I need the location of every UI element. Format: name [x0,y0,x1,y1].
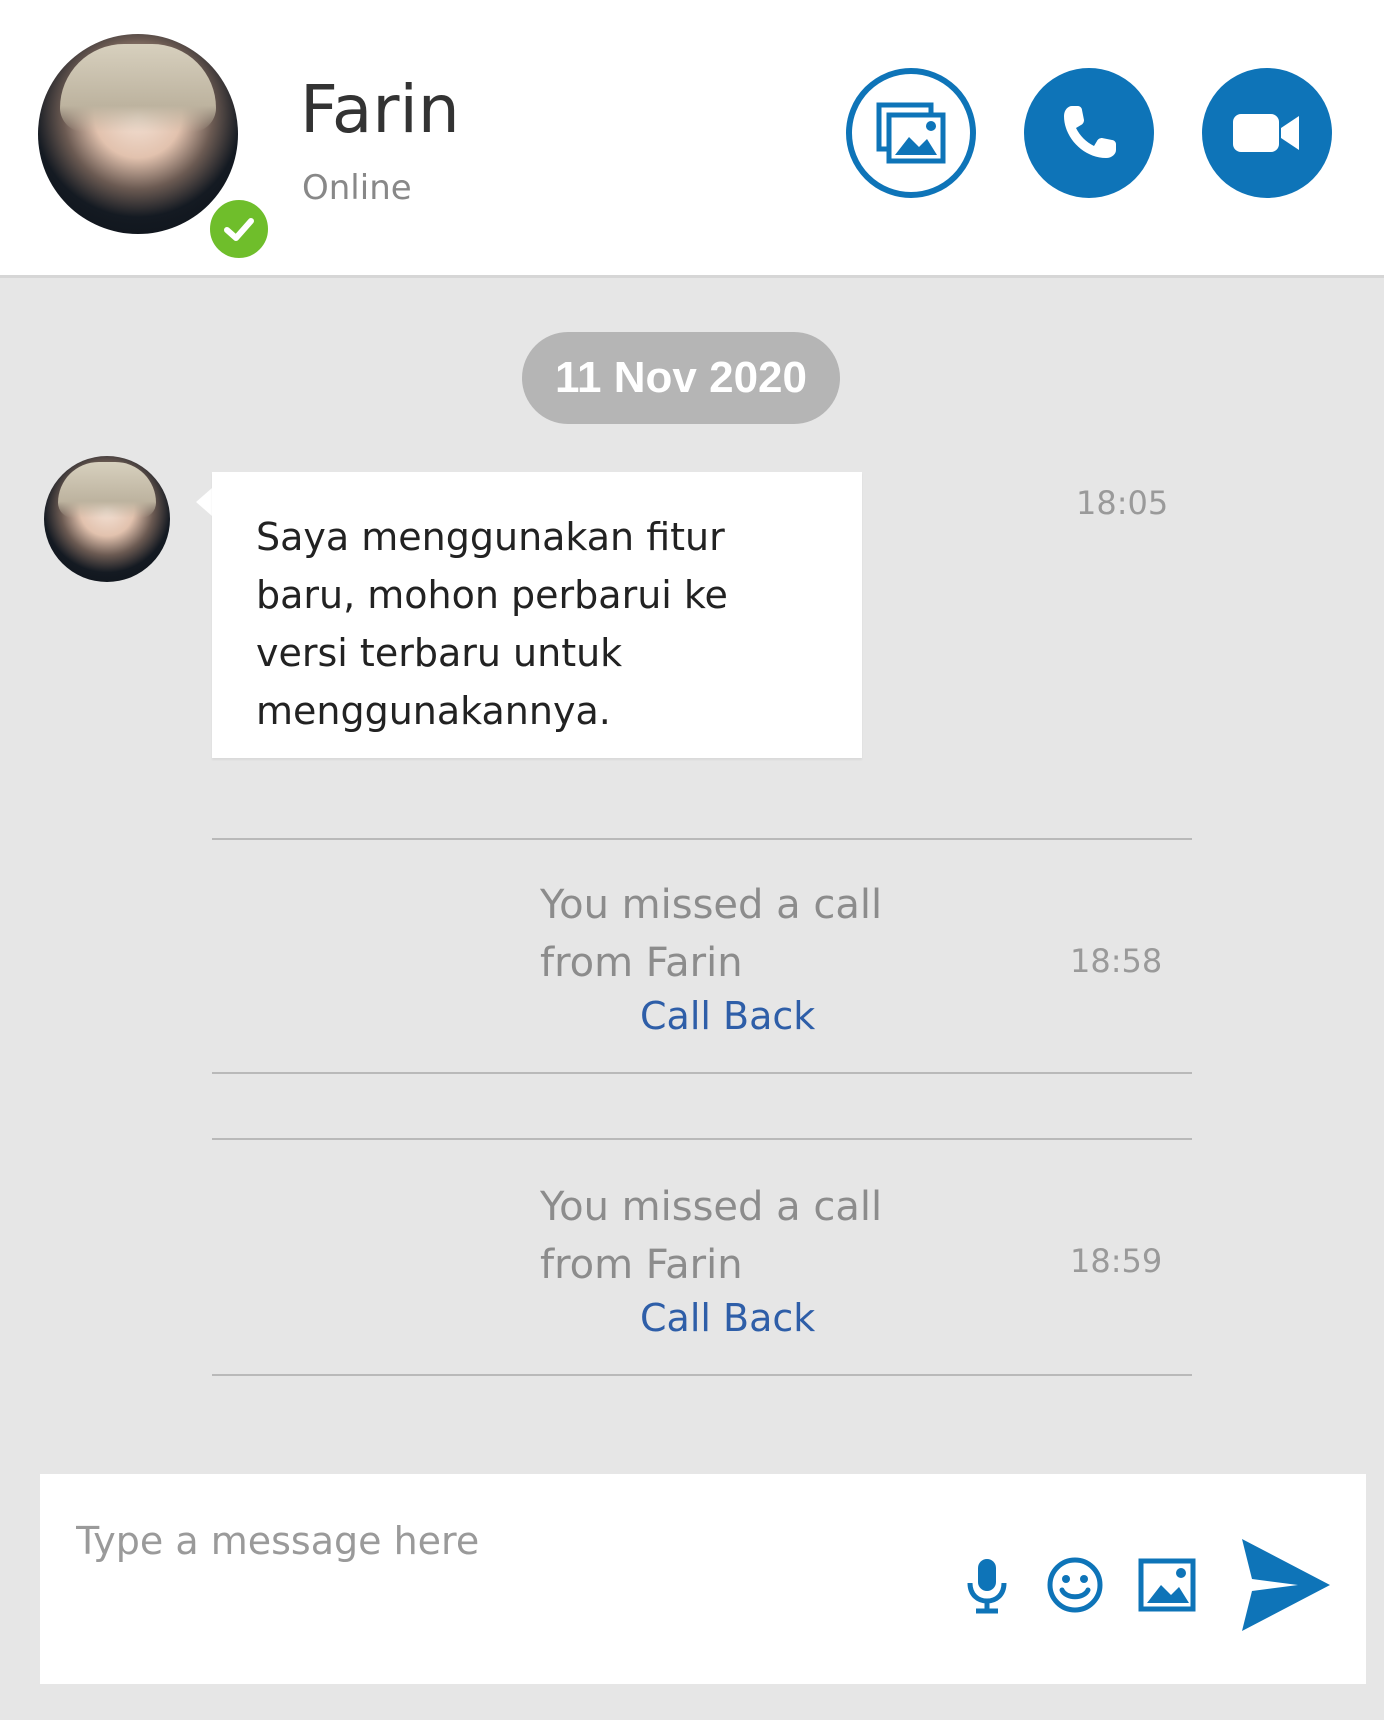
missed-call-time: 18:59 [1070,1242,1163,1280]
image-icon[interactable] [1132,1550,1202,1620]
message-composer [40,1474,1366,1684]
message-input[interactable] [74,1510,838,1572]
avatar-hair [58,462,156,518]
message-bubble[interactable]: Saya menggunakan fitur baru, mohon perba… [212,472,862,758]
emoji-icon[interactable] [1040,1550,1110,1620]
message-time: 18:05 [1076,484,1169,522]
missed-call-text: You missed a call from Farin [540,1178,960,1294]
video-camera-icon [1233,114,1299,152]
divider [212,1138,1192,1140]
bubble-tail [196,488,212,516]
missed-call-line2: from Farin [540,1242,743,1288]
phone-icon [1064,106,1116,158]
call-back-link[interactable]: Call Back [640,1296,815,1340]
contact-name: Farin [300,71,460,148]
missed-call-time: 18:58 [1070,942,1163,980]
divider [212,1072,1192,1074]
call-back-link[interactable]: Call Back [640,994,815,1038]
contact-avatar[interactable] [38,34,274,264]
chat-header: Farin Online [0,0,1384,278]
call-button[interactable] [1024,68,1154,198]
message-avatar[interactable] [44,456,170,582]
divider [212,1374,1192,1376]
send-icon[interactable] [1236,1530,1336,1640]
divider [212,838,1192,840]
microphone-icon[interactable] [952,1550,1022,1620]
gallery-icon [876,102,946,164]
missed-call-text: You missed a call from Farin [540,876,960,992]
missed-call-line2: from Farin [540,940,743,986]
missed-call-line1: You missed a call [540,1184,883,1230]
date-separator: 11 Nov 2020 [522,332,840,424]
video-call-button[interactable] [1202,68,1332,198]
online-status-icon [204,194,274,264]
gallery-button[interactable] [846,68,976,198]
avatar-hair [60,44,216,132]
contact-status: Online [302,168,412,208]
missed-call-line1: You missed a call [540,882,883,928]
